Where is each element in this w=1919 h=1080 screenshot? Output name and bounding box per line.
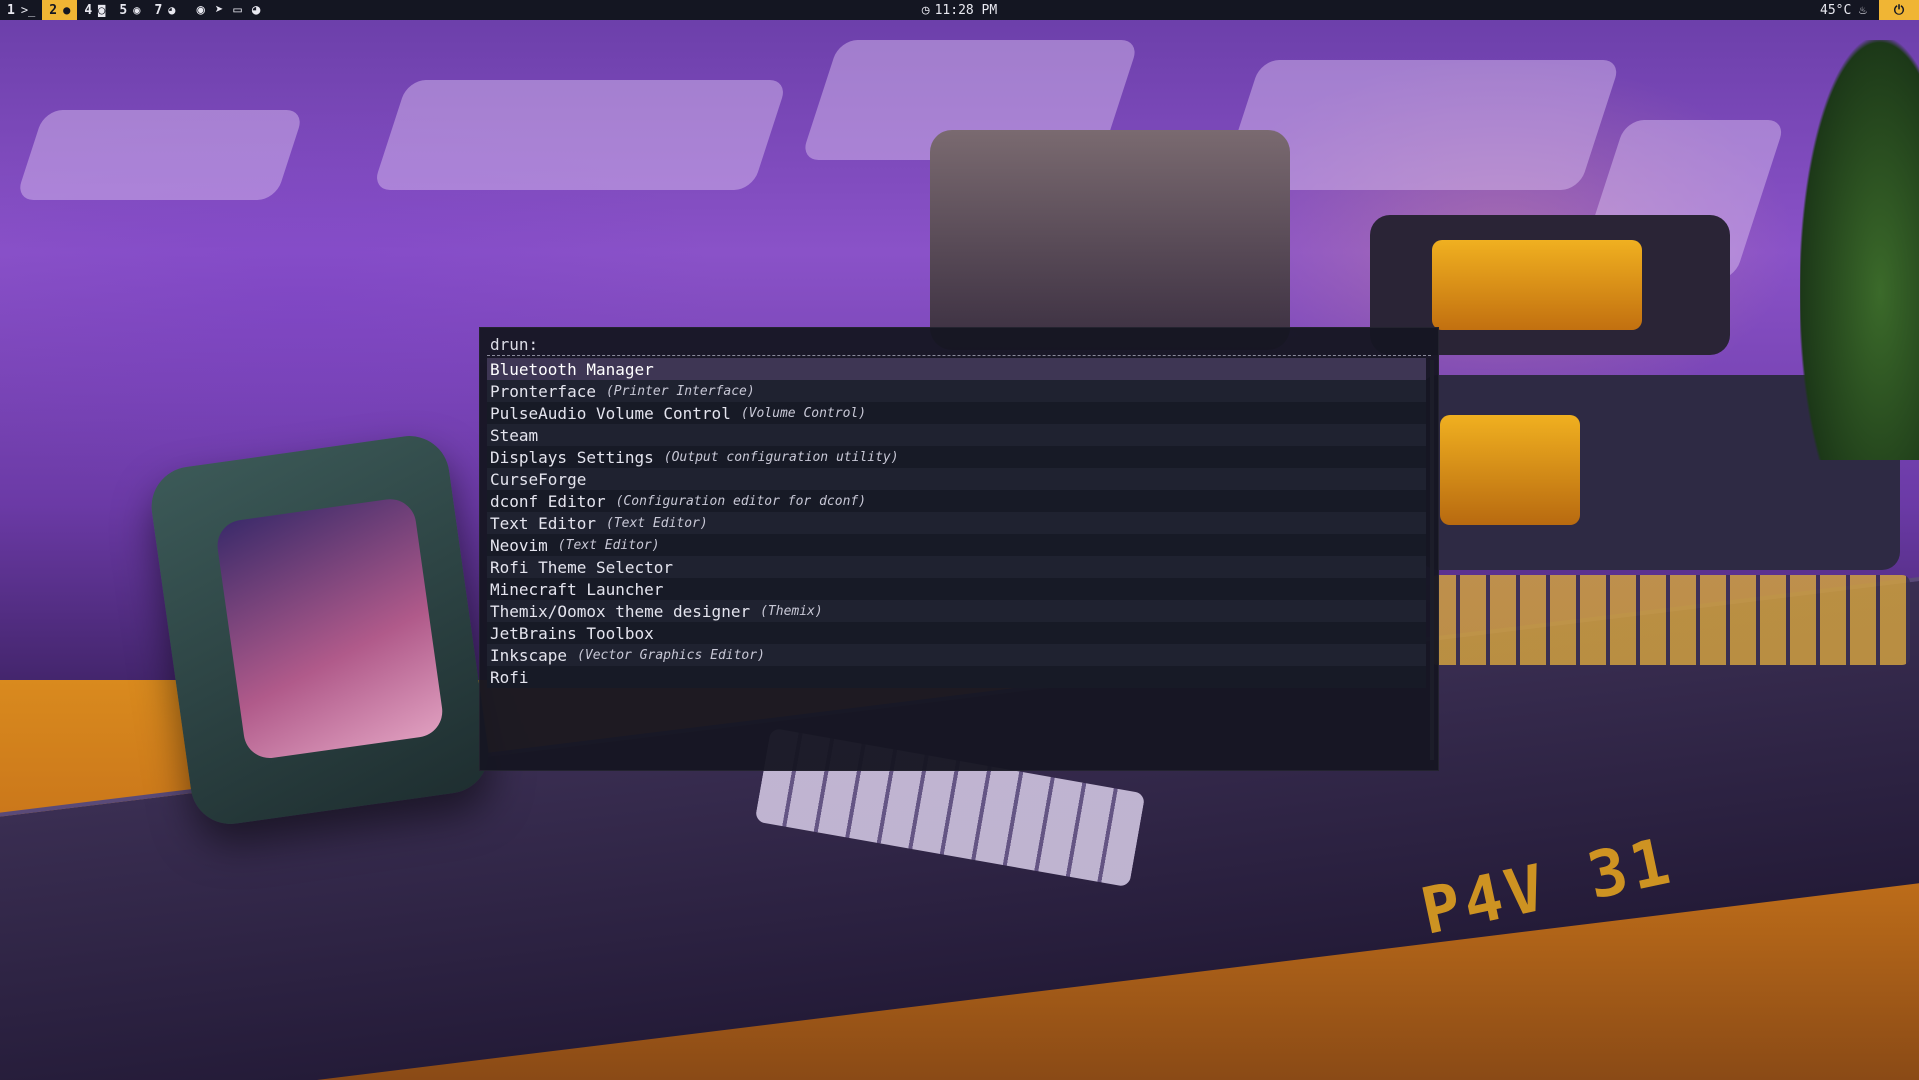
launcher-item-description: (Output configuration utility) [663, 449, 899, 465]
launcher-item[interactable]: Rofi Theme Selector [487, 556, 1426, 578]
launcher-item-name: Steam [490, 425, 539, 445]
clock: ◷ 11:28 PM [0, 0, 1919, 20]
clock-icon: ◷ [921, 2, 930, 18]
launcher-item-name: Inkscape [490, 645, 568, 665]
firefox-icon: ● [63, 3, 71, 17]
launcher-item-description: (Printer Interface) [605, 383, 755, 399]
app-launcher: drun: Bluetooth Manager Pronterface (Print… [480, 328, 1438, 770]
camera-icon: ◙ [98, 3, 106, 17]
launcher-item[interactable]: Inkscape (Vector Graphics Editor) [487, 644, 1426, 666]
launcher-item[interactable]: Themix/Oomox theme designer (Themix) [487, 600, 1426, 622]
launcher-item-description: (Volume Control) [740, 405, 867, 421]
power-icon: ⏻ [1893, 2, 1905, 18]
launcher-item-name: Text Editor [490, 513, 596, 533]
wallpaper-keyboard [1430, 575, 1910, 665]
wallpaper-graffiti [372, 80, 788, 190]
terminal-icon: >_ [20, 3, 36, 17]
launcher-item-name: PulseAudio Volume Control [490, 403, 731, 423]
wallpaper-plant [1800, 40, 1919, 460]
steam-icon: ◉ [133, 3, 141, 17]
workspace-2[interactable]: 2 ● [42, 0, 78, 20]
launcher-item-name: Themix/Oomox theme designer [490, 601, 751, 621]
power-button[interactable]: ⏻ [1879, 0, 1919, 20]
launcher-item[interactable]: JetBrains Toolbox [487, 622, 1426, 644]
launcher-item[interactable]: Steam [487, 424, 1426, 446]
launcher-item-name: Displays Settings [490, 447, 654, 467]
launcher-item[interactable]: PulseAudio Volume Control (Volume Control… [487, 402, 1426, 424]
launcher-item[interactable]: Bluetooth Manager [487, 358, 1426, 380]
launcher-prompt: drun: [490, 334, 539, 354]
workspace-1[interactable]: 1 >_ [0, 0, 42, 20]
launcher-item-name: CurseForge [490, 469, 587, 489]
launcher-item-name: Minecraft Launcher [490, 579, 664, 599]
wallpaper-radio [930, 130, 1290, 350]
workspace-number: 5 [119, 2, 128, 18]
clock-time[interactable]: 11:28 PM [935, 3, 998, 18]
workspace-number: 4 [84, 2, 93, 18]
launcher-item-name: Neovim [490, 535, 548, 555]
launcher-item[interactable]: Minecraft Launcher [487, 578, 1426, 600]
system-tray: ◉ ➤ ▭ ◕ [197, 2, 261, 18]
launcher-item-name: JetBrains Toolbox [490, 623, 654, 643]
launcher-scrollbar[interactable] [1430, 360, 1434, 760]
flame-icon: ♨ [1859, 2, 1867, 18]
launcher-item[interactable]: dconf Editor (Configuration editor for dc… [487, 490, 1426, 512]
steam-tray-icon[interactable]: ◉ [197, 2, 205, 18]
workspace-7[interactable]: 7 ◕ [147, 0, 182, 20]
workspace-4[interactable]: 4 ◙ [77, 0, 112, 20]
launcher-prompt-row: drun: [487, 333, 1431, 356]
launcher-item-description: (Vector Graphics Editor) [577, 647, 765, 663]
launcher-item[interactable]: Displays Settings (Output configuration u… [487, 446, 1426, 468]
wallpaper-tv [146, 430, 494, 830]
launcher-item-name: Bluetooth Manager [490, 359, 654, 379]
launcher-item[interactable]: Rofi [487, 666, 1426, 688]
temperature-readout: 45°C ♨ [1820, 3, 1879, 18]
telegram-tray-icon[interactable]: ➤ [215, 2, 223, 18]
launcher-item-description: (Configuration editor for dconf) [615, 493, 867, 509]
workspace-number: 2 [49, 2, 58, 18]
launcher-item-description: (Themix) [760, 603, 823, 619]
workspace-5[interactable]: 5 ◉ [112, 0, 147, 20]
launcher-search-input[interactable] [544, 333, 1431, 355]
launcher-item-name: Pronterface [490, 381, 596, 401]
wallpaper-graffiti [15, 110, 305, 200]
status-area: 45°C ♨ ⏻ [1820, 0, 1919, 20]
launcher-item[interactable]: Text Editor (Text Editor) [487, 512, 1426, 534]
workspace-number: 1 [7, 2, 15, 18]
temperature-value: 45°C [1820, 2, 1852, 18]
launcher-item-description: (Text Editor) [557, 537, 660, 553]
launcher-item-name: Rofi Theme Selector [490, 557, 674, 577]
discord-tray-icon[interactable]: ◕ [252, 2, 260, 18]
discord-icon: ◕ [168, 3, 176, 17]
launcher-item[interactable]: Pronterface (Printer Interface) [487, 380, 1426, 402]
launcher-item-description: (Text Editor) [605, 515, 708, 531]
window-tray-icon[interactable]: ▭ [233, 2, 241, 18]
top-bar: 1 >_ 2 ● 4 ◙ 5 ◉ 7 ◕ ◉ ➤ ▭ ◕ ◷ 11:28 PM … [0, 0, 1919, 20]
workspace-number: 7 [154, 2, 163, 18]
launcher-item[interactable]: Neovim (Text Editor) [487, 534, 1426, 556]
launcher-item[interactable]: CurseForge [487, 468, 1426, 490]
launcher-list: Bluetooth Manager Pronterface (Printer Int… [487, 358, 1431, 688]
launcher-item-name: Rofi [490, 667, 529, 687]
launcher-item-name: dconf Editor [490, 491, 606, 511]
